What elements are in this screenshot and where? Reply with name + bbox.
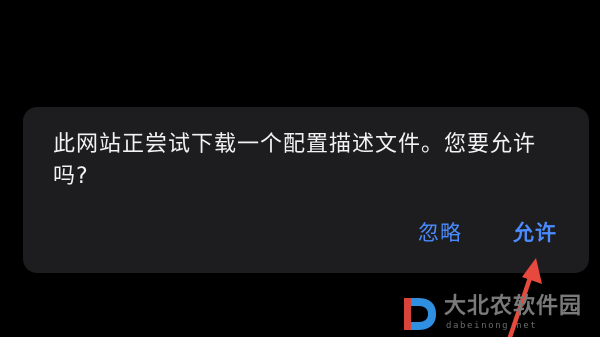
site-watermark: 大北农软件园 dabeinong.net [400, 292, 596, 336]
alert-message: 此网站正尝试下载一个配置描述文件。您要允许吗? [53, 132, 537, 189]
ignore-button[interactable]: 忽略 [418, 219, 462, 247]
screen: 此网站正尝试下载一个配置描述文件。您要允许吗? 忽略 允许 大北农软件园 dab… [0, 0, 600, 337]
site-logo-icon [404, 298, 436, 330]
watermark-name: 大北农软件园 [444, 294, 583, 319]
allow-button[interactable]: 允许 [513, 219, 557, 247]
watermark-url: dabeinong.net [446, 321, 538, 331]
profile-download-alert: 此网站正尝试下载一个配置描述文件。您要允许吗? 忽略 允许 [23, 107, 589, 273]
